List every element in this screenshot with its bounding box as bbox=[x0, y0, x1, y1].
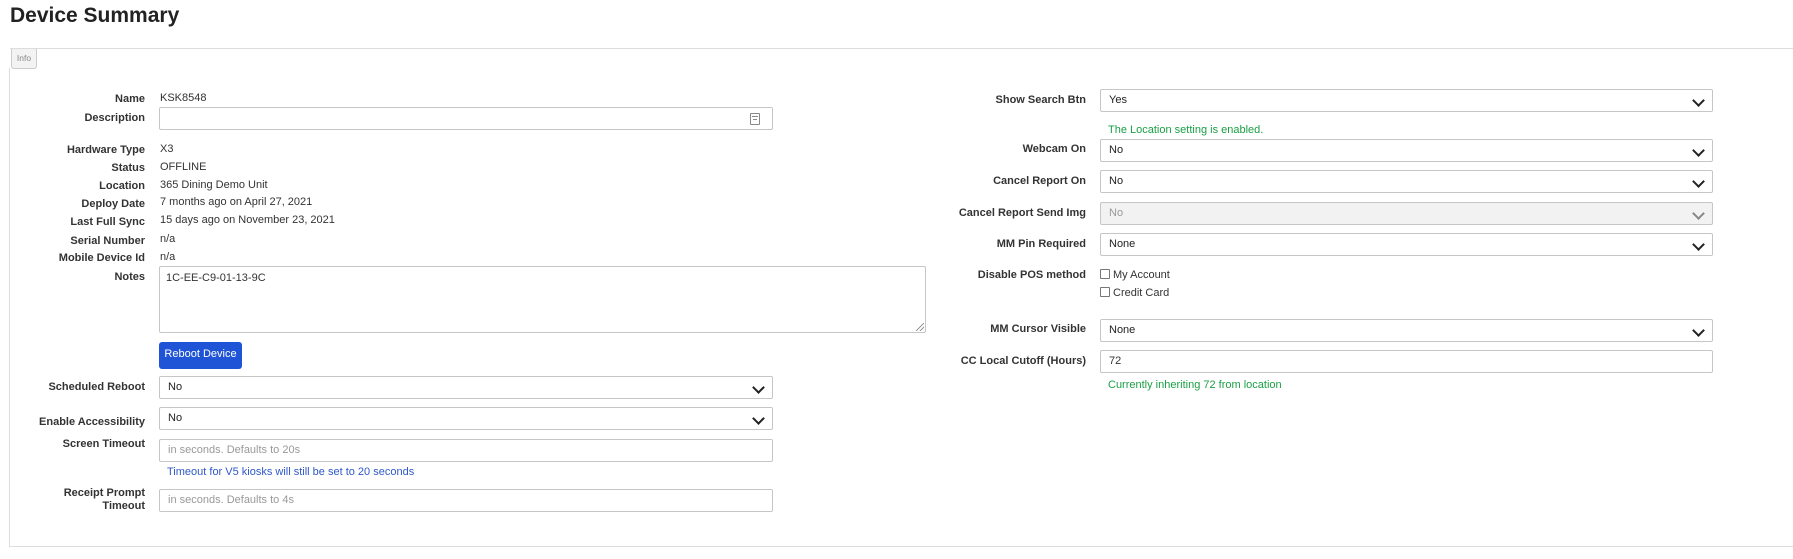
checkbox-icon[interactable] bbox=[1100, 287, 1110, 297]
name-label: Name bbox=[115, 93, 145, 105]
webcam-on-label: Webcam On bbox=[1022, 143, 1086, 155]
mm-cursor-visible-label: MM Cursor Visible bbox=[990, 323, 1086, 335]
show-search-btn-label: Show Search Btn bbox=[995, 94, 1086, 106]
pos-option-my-account[interactable]: My Account bbox=[1100, 269, 1170, 281]
deploy-date-value: 7 months ago on April 27, 2021 bbox=[160, 196, 313, 208]
screen-timeout-label: Screen Timeout bbox=[62, 438, 145, 450]
cc-local-cutoff-label: CC Local Cutoff (Hours) bbox=[960, 355, 1086, 367]
scheduled-reboot-label: Scheduled Reboot bbox=[48, 381, 145, 393]
disable-pos-method-label: Disable POS method bbox=[977, 269, 1086, 281]
mm-cursor-visible-select[interactable]: None bbox=[1100, 319, 1713, 342]
webcam-on-select[interactable]: No bbox=[1100, 139, 1713, 162]
screen-timeout-hint: Timeout for V5 kiosks will still be set … bbox=[167, 466, 415, 478]
chevron-down-icon bbox=[1692, 94, 1705, 107]
cancel-report-on-label: Cancel Report On bbox=[993, 175, 1086, 187]
description-input[interactable] bbox=[159, 107, 773, 130]
checkbox-icon[interactable] bbox=[1100, 269, 1110, 279]
chevron-down-icon bbox=[1692, 207, 1705, 220]
description-label: Description bbox=[84, 112, 145, 124]
chevron-down-icon bbox=[1692, 238, 1705, 251]
chevron-down-icon bbox=[752, 381, 765, 394]
reboot-device-button[interactable]: Reboot Device bbox=[159, 342, 242, 369]
cc-local-cutoff-input[interactable]: 72 bbox=[1100, 350, 1713, 373]
scheduled-reboot-select[interactable]: No bbox=[159, 376, 773, 399]
receipt-prompt-timeout-input[interactable]: in seconds. Defaults to 4s bbox=[159, 489, 773, 512]
mm-pin-required-label: MM Pin Required bbox=[996, 238, 1086, 250]
tab-info[interactable]: Info bbox=[11, 49, 37, 69]
status-value: OFFLINE bbox=[160, 161, 207, 173]
chevron-down-icon bbox=[1692, 175, 1705, 188]
cc-cutoff-hint: Currently inheriting 72 from location bbox=[1108, 379, 1282, 391]
status-label: Status bbox=[111, 162, 145, 174]
location-value: 365 Dining Demo Unit bbox=[160, 179, 268, 191]
mm-pin-required-select[interactable]: None bbox=[1100, 233, 1713, 256]
screen-timeout-input[interactable]: in seconds. Defaults to 20s bbox=[159, 439, 773, 462]
mobile-device-id-value: n/a bbox=[160, 251, 176, 263]
notes-label: Notes bbox=[114, 271, 145, 283]
cancel-report-send-img-label: Cancel Report Send Img bbox=[958, 207, 1086, 219]
pos-option-credit-card[interactable]: Credit Card bbox=[1100, 287, 1169, 299]
receipt-prompt-label: Receipt Prompt bbox=[63, 487, 145, 499]
page-title: Device Summary bbox=[10, 4, 180, 27]
notes-textarea[interactable]: 1C-EE-C9-01-13-9C bbox=[159, 266, 926, 333]
enable-accessibility-select[interactable]: No bbox=[159, 407, 773, 430]
chevron-down-icon bbox=[752, 412, 765, 425]
deploy-date-label: Deploy Date bbox=[81, 198, 145, 210]
chevron-down-icon bbox=[1692, 144, 1705, 157]
enable-accessibility-label: Enable Accessibility bbox=[39, 416, 145, 428]
cancel-report-on-select[interactable]: No bbox=[1100, 170, 1713, 193]
last-full-sync-label: Last Full Sync bbox=[70, 216, 145, 228]
chevron-down-icon bbox=[1692, 324, 1705, 337]
mobile-device-id-label: Mobile Device Id bbox=[58, 252, 145, 264]
form-helper-icon[interactable] bbox=[750, 113, 760, 125]
serial-number-label: Serial Number bbox=[70, 235, 145, 247]
title-divider bbox=[10, 48, 1793, 49]
location-label: Location bbox=[99, 180, 145, 192]
receipt-timeout-label: Timeout bbox=[102, 500, 145, 512]
serial-number-value: n/a bbox=[160, 233, 176, 245]
hardware-type-label: Hardware Type bbox=[66, 144, 145, 156]
show-search-btn-select[interactable]: Yes bbox=[1100, 89, 1713, 112]
name-value: KSK8548 bbox=[160, 92, 207, 104]
location-setting-hint: The Location setting is enabled. bbox=[1108, 124, 1264, 136]
cancel-report-send-img-select: No bbox=[1100, 202, 1713, 225]
resize-handle-icon[interactable] bbox=[916, 323, 924, 331]
hardware-type-value: X3 bbox=[160, 143, 174, 155]
last-full-sync-value: 15 days ago on November 23, 2021 bbox=[160, 214, 335, 226]
